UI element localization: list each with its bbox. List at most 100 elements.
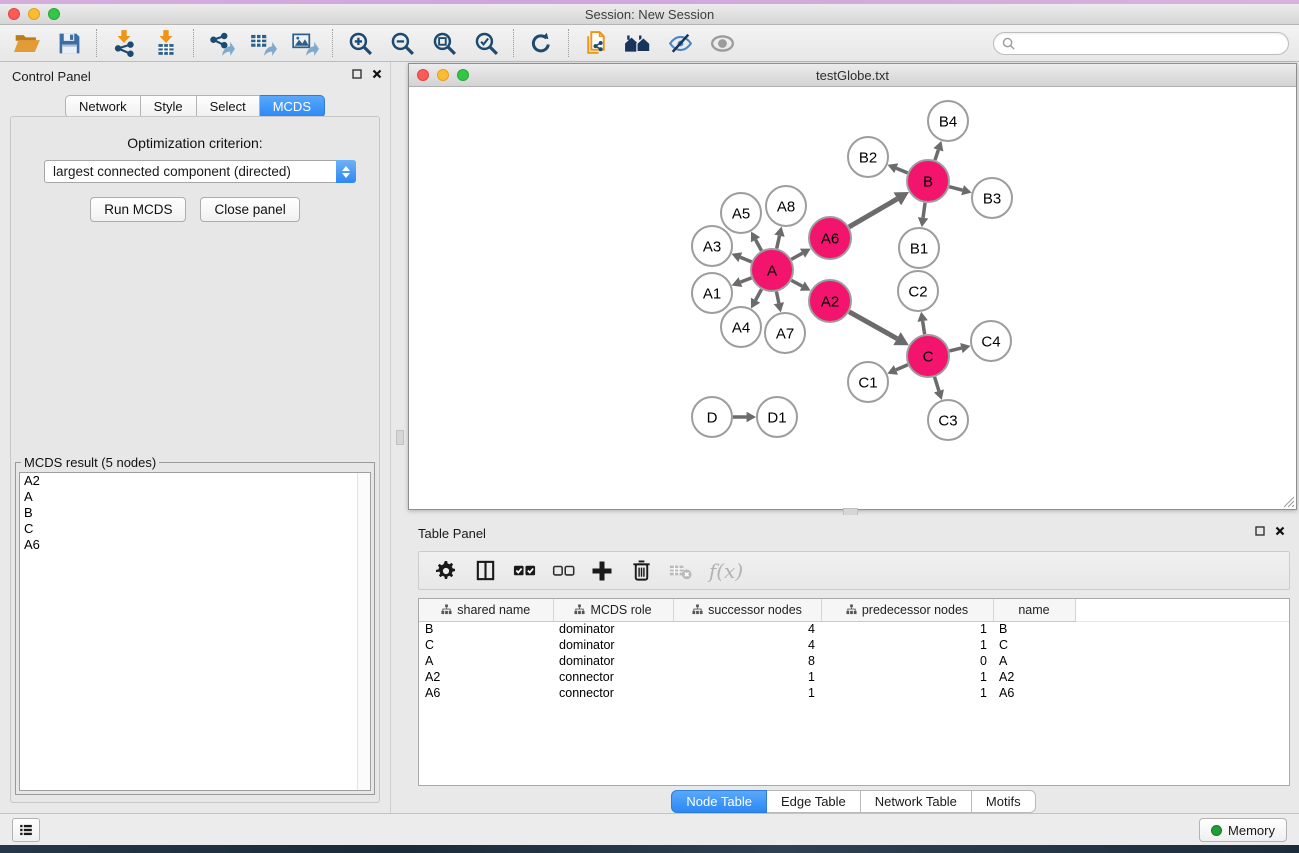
graph-edge-A-A2[interactable] [791, 280, 802, 286]
export-network-button[interactable] [200, 27, 242, 59]
graph-edge-C-C3[interactable] [935, 377, 939, 391]
graph-node-B4[interactable]: B4 [928, 101, 968, 141]
zoom-out-button[interactable] [381, 27, 423, 59]
graph-node-D[interactable]: D [692, 397, 732, 437]
graph-edge-C-C1[interactable] [896, 365, 908, 370]
cell-name[interactable]: B [993, 621, 1075, 637]
graph-edge-A-A6[interactable] [791, 253, 802, 259]
open-file-button[interactable] [6, 27, 48, 59]
cell-shared-name[interactable]: C [419, 637, 553, 653]
mcds-result-list[interactable]: A2ABCA6 [19, 472, 371, 791]
graph-edge-A6-B[interactable] [849, 199, 897, 227]
search-input[interactable] [1020, 36, 1280, 51]
network-document-button[interactable] [575, 27, 617, 59]
network-canvas[interactable]: AA1A2A3A4A5A6A7A8BB1B2B3B4CC1C2C3C4DD1 [409, 87, 1296, 509]
zoom-in-button[interactable] [339, 27, 381, 59]
graph-node-B3[interactable]: B3 [972, 178, 1012, 218]
graph-node-C1[interactable]: C1 [848, 362, 888, 402]
settings-button[interactable] [431, 556, 461, 586]
graph-edge-C-C2[interactable] [923, 321, 925, 334]
tab-mcds[interactable]: MCDS [260, 95, 325, 118]
add-column-button[interactable] [587, 556, 617, 586]
cell-predecessor-nodes[interactable]: 1 [821, 685, 993, 701]
graph-node-C4[interactable]: C4 [971, 321, 1011, 361]
mcds-result-item[interactable]: A2 [20, 473, 370, 489]
cell-predecessor-nodes[interactable]: 0 [821, 653, 993, 669]
tab-network-table[interactable]: Network Table [861, 790, 972, 813]
cell-successor-nodes[interactable]: 4 [673, 621, 821, 637]
graph-node-A[interactable]: A [751, 249, 793, 291]
cell-mcds-role[interactable]: connector [553, 669, 673, 685]
export-table-button[interactable] [242, 27, 284, 59]
column-header-predecessor-nodes[interactable]: predecessor nodes [821, 599, 993, 621]
graph-edge-A-A7[interactable] [776, 292, 778, 304]
graph-node-A3[interactable]: A3 [692, 226, 732, 266]
cell-predecessor-nodes[interactable]: 1 [821, 637, 993, 653]
graph-edge-A-A1[interactable] [740, 278, 751, 282]
graph-node-C2[interactable]: C2 [898, 271, 938, 311]
column-header-shared-name[interactable]: shared name [419, 599, 553, 621]
split-view-button[interactable] [470, 556, 500, 586]
tab-style[interactable]: Style [141, 95, 197, 118]
tab-network[interactable]: Network [65, 95, 141, 118]
cell-mcds-role[interactable]: connector [553, 685, 673, 701]
run-mcds-button[interactable]: Run MCDS [90, 197, 186, 222]
cell-name[interactable]: A2 [993, 669, 1075, 685]
clear-selection-button[interactable] [548, 556, 578, 586]
cell-shared-name[interactable]: A [419, 653, 553, 669]
cell-shared-name[interactable]: A2 [419, 669, 553, 685]
hide-selected-button[interactable] [659, 27, 701, 59]
cell-shared-name[interactable]: A6 [419, 685, 553, 701]
delete-column-button[interactable] [626, 556, 656, 586]
refresh-button[interactable] [520, 27, 562, 59]
graph-node-C3[interactable]: C3 [928, 400, 968, 440]
cell-mcds-role[interactable]: dominator [553, 637, 673, 653]
cell-predecessor-nodes[interactable]: 1 [821, 669, 993, 685]
mcds-result-item[interactable]: C [20, 521, 370, 537]
cell-name[interactable]: C [993, 637, 1075, 653]
graph-node-A8[interactable]: A8 [766, 186, 806, 226]
cell-successor-nodes[interactable]: 1 [673, 685, 821, 701]
import-table-button[interactable] [145, 27, 187, 59]
save-session-button[interactable] [48, 27, 90, 59]
graph-node-C[interactable]: C [907, 335, 949, 377]
task-history-button[interactable] [12, 818, 40, 842]
cell-successor-nodes[interactable]: 8 [673, 653, 821, 669]
graph-edge-A-A5[interactable] [756, 240, 762, 251]
home-button[interactable] [617, 27, 659, 59]
mcds-result-item[interactable]: B [20, 505, 370, 521]
cell-predecessor-nodes[interactable]: 1 [821, 621, 993, 637]
graph-node-A4[interactable]: A4 [721, 307, 761, 347]
graph-edge-A2-C[interactable] [849, 312, 897, 339]
close-table-panel-icon[interactable] [1275, 526, 1285, 536]
import-network-button[interactable] [103, 27, 145, 59]
graph-node-B[interactable]: B [907, 160, 949, 202]
column-header-name[interactable]: name [993, 599, 1075, 621]
zoom-fit-button[interactable] [423, 27, 465, 59]
memory-button[interactable]: Memory [1199, 818, 1287, 842]
graph-node-B1[interactable]: B1 [899, 228, 939, 268]
criterion-select[interactable]: largest connected component (directed) [44, 160, 356, 183]
tab-edge-table[interactable]: Edge Table [767, 790, 861, 813]
table-row[interactable]: A2connector11A2 [419, 669, 1289, 685]
graph-edge-B-B2[interactable] [896, 168, 907, 173]
graph-edge-A-A4[interactable] [756, 289, 762, 300]
float-table-panel-icon[interactable] [1255, 526, 1265, 536]
mcds-list-scrollbar[interactable] [357, 473, 370, 790]
graph-node-A1[interactable]: A1 [692, 273, 732, 313]
cell-mcds-role[interactable]: dominator [553, 653, 673, 669]
cell-name[interactable]: A [993, 653, 1075, 669]
graph-edge-C-C4[interactable] [949, 348, 961, 351]
tab-motifs[interactable]: Motifs [972, 790, 1036, 813]
graph-node-A5[interactable]: A5 [721, 193, 761, 233]
search-box[interactable] [993, 32, 1289, 55]
graph-node-D1[interactable]: D1 [757, 397, 797, 437]
graph-edge-B-B3[interactable] [949, 187, 962, 191]
graph-node-A2[interactable]: A2 [809, 280, 851, 322]
graph-node-A7[interactable]: A7 [765, 313, 805, 353]
graph-edge-A-A3[interactable] [740, 257, 751, 262]
cell-mcds-role[interactable]: dominator [553, 621, 673, 637]
float-panel-icon[interactable] [352, 69, 362, 79]
cell-successor-nodes[interactable]: 1 [673, 669, 821, 685]
select-all-button[interactable] [509, 556, 539, 586]
